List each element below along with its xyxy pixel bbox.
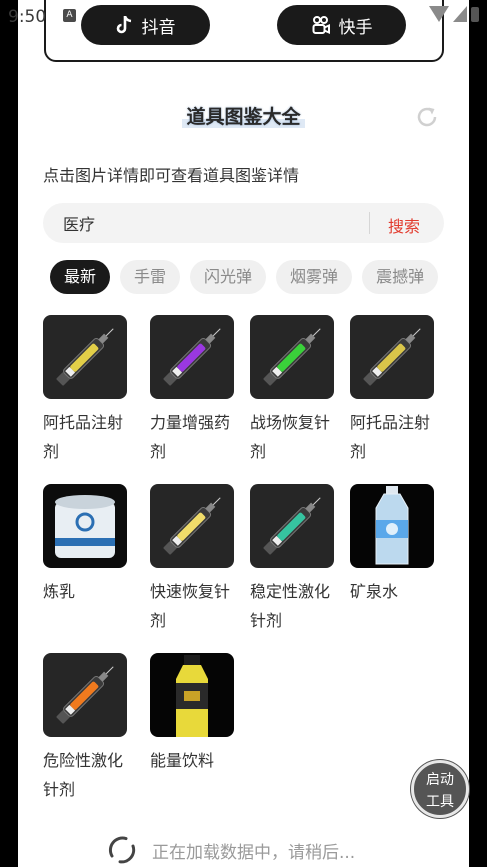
water-image [375,486,409,565]
douyin-label: 抖音 [141,17,176,38]
refresh-icon[interactable] [414,104,440,130]
wifi-icon [429,6,449,22]
item-thumbnail[interactable] [250,315,334,399]
loading-text: 正在加载数据中，请稍后... [152,842,356,863]
syringe-image [263,328,321,386]
item-thumbnail[interactable] [43,484,127,568]
syringe-image [263,497,321,555]
tab-stun[interactable]: 震撼弹 [362,260,439,294]
item-thumbnail[interactable] [43,315,127,399]
milk-image [55,495,115,558]
douyin-button[interactable]: 抖音 [81,5,210,45]
launch-tool-line2: 工具 [426,794,454,810]
item-thumbnail[interactable] [350,484,434,568]
item-card[interactable]: 战场恢复针剂 [250,315,340,466]
item-card[interactable]: 阿托品注射剂 [43,315,133,466]
signal-icon [453,6,467,22]
douyin-icon [116,15,131,34]
notification-icon: A [63,9,76,22]
syringe-image [56,328,114,386]
tab-flashbang[interactable]: 闪光弹 [190,260,267,294]
item-card[interactable]: 稳定性激化针剂 [250,484,340,635]
item-name: 矿泉水 [350,582,399,601]
item-thumbnail[interactable] [250,484,334,568]
loading-indicator: 正在加载数据中，请稍后... [106,834,355,866]
kuaishou-button[interactable]: 快手 [277,5,406,45]
item-thumbnail[interactable] [350,315,434,399]
item-name: 战场恢复针剂 [250,413,331,461]
item-card[interactable]: 炼乳 [43,484,133,606]
item-thumbnail[interactable] [43,653,127,737]
item-card[interactable]: 能量饮料 [150,653,240,775]
item-name: 阿托品注射剂 [350,413,431,461]
hint-text: 点击图片详情即可查看道具图鉴详情 [43,166,300,185]
spinner-icon [108,836,136,864]
item-thumbnail[interactable] [150,653,234,737]
item-thumbnail[interactable] [150,315,234,399]
category-tabs: 最新 手雷 闪光弹 烟雾弹 震撼弹 [50,260,444,296]
item-card[interactable]: 快速恢复针剂 [150,484,240,635]
launch-tool-line1: 启动 [426,772,454,788]
tab-smoke[interactable]: 烟雾弹 [276,260,353,294]
search-bar: 搜索 [43,203,444,243]
launch-tool-button[interactable]: 启动 工具 [411,760,469,818]
tab-grenade[interactable]: 手雷 [120,260,181,294]
kuaishou-icon [312,16,330,35]
drink-image [176,655,208,737]
item-name: 快速恢复针剂 [150,582,231,630]
search-button[interactable]: 搜索 [388,213,420,237]
item-card[interactable]: 矿泉水 [350,484,440,606]
item-name: 危险性激化针剂 [43,751,124,799]
item-name: 力量增强药剂 [150,413,231,461]
item-card[interactable]: 危险性激化针剂 [43,653,133,804]
kuaishou-label: 快手 [338,17,373,38]
item-name: 炼乳 [43,582,76,601]
tab-latest[interactable]: 最新 [50,260,111,294]
status-time: 9:50 [8,7,47,27]
item-name: 能量饮料 [150,751,215,770]
status-icons [429,6,479,22]
item-card[interactable]: 阿托品注射剂 [350,315,440,466]
search-input[interactable] [63,203,363,243]
item-thumbnail[interactable] [150,484,234,568]
syringe-image [56,666,114,724]
item-name: 稳定性激化针剂 [250,582,331,630]
syringe-image [163,328,221,386]
screen: 9:50 A 抖音 快手 道具图鉴大全 点击图片详情即可查看道具图鉴详情 搜索 [0,0,487,867]
item-name: 阿托品注射剂 [43,413,124,461]
syringe-image [363,328,421,386]
search-divider [369,212,370,234]
battery-icon [471,6,479,22]
syringe-image [163,497,221,555]
item-card[interactable]: 力量增强药剂 [150,315,240,466]
